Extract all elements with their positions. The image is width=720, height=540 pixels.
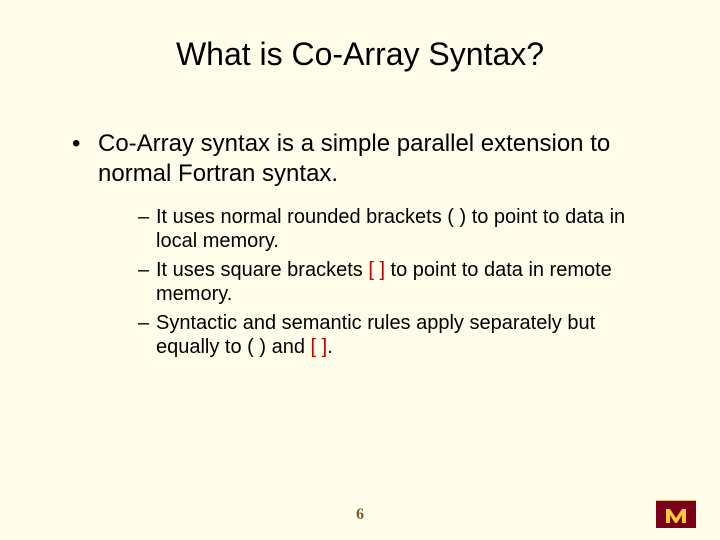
square-brackets-highlight: [ ] xyxy=(311,336,328,358)
page-number: 6 xyxy=(0,506,720,524)
sub-bullet-3-text-a: Syntactic and semantic rules apply separ… xyxy=(156,312,595,358)
slide-title: What is Co-Array Syntax? xyxy=(30,36,690,73)
m-logo-icon xyxy=(664,505,688,525)
sub-bullet-1: It uses normal rounded brackets ( ) to p… xyxy=(138,205,640,254)
sub-bullet-1-text: It uses normal rounded brackets ( ) to p… xyxy=(156,206,625,252)
sub-bullet-3: Syntactic and semantic rules apply separ… xyxy=(138,311,640,360)
square-brackets-highlight: [ ] xyxy=(368,259,385,281)
main-bullet: Co-Array syntax is a simple parallel ext… xyxy=(30,129,690,189)
sub-bullet-2: It uses square brackets [ ] to point to … xyxy=(138,258,640,307)
sub-bullet-2-text-a: It uses square brackets xyxy=(156,259,368,281)
university-logo xyxy=(656,500,696,528)
sub-bullet-3-text-b: . xyxy=(327,336,333,358)
sub-bullet-list: It uses normal rounded brackets ( ) to p… xyxy=(30,205,690,359)
slide: What is Co-Array Syntax? Co-Array syntax… xyxy=(0,0,720,540)
